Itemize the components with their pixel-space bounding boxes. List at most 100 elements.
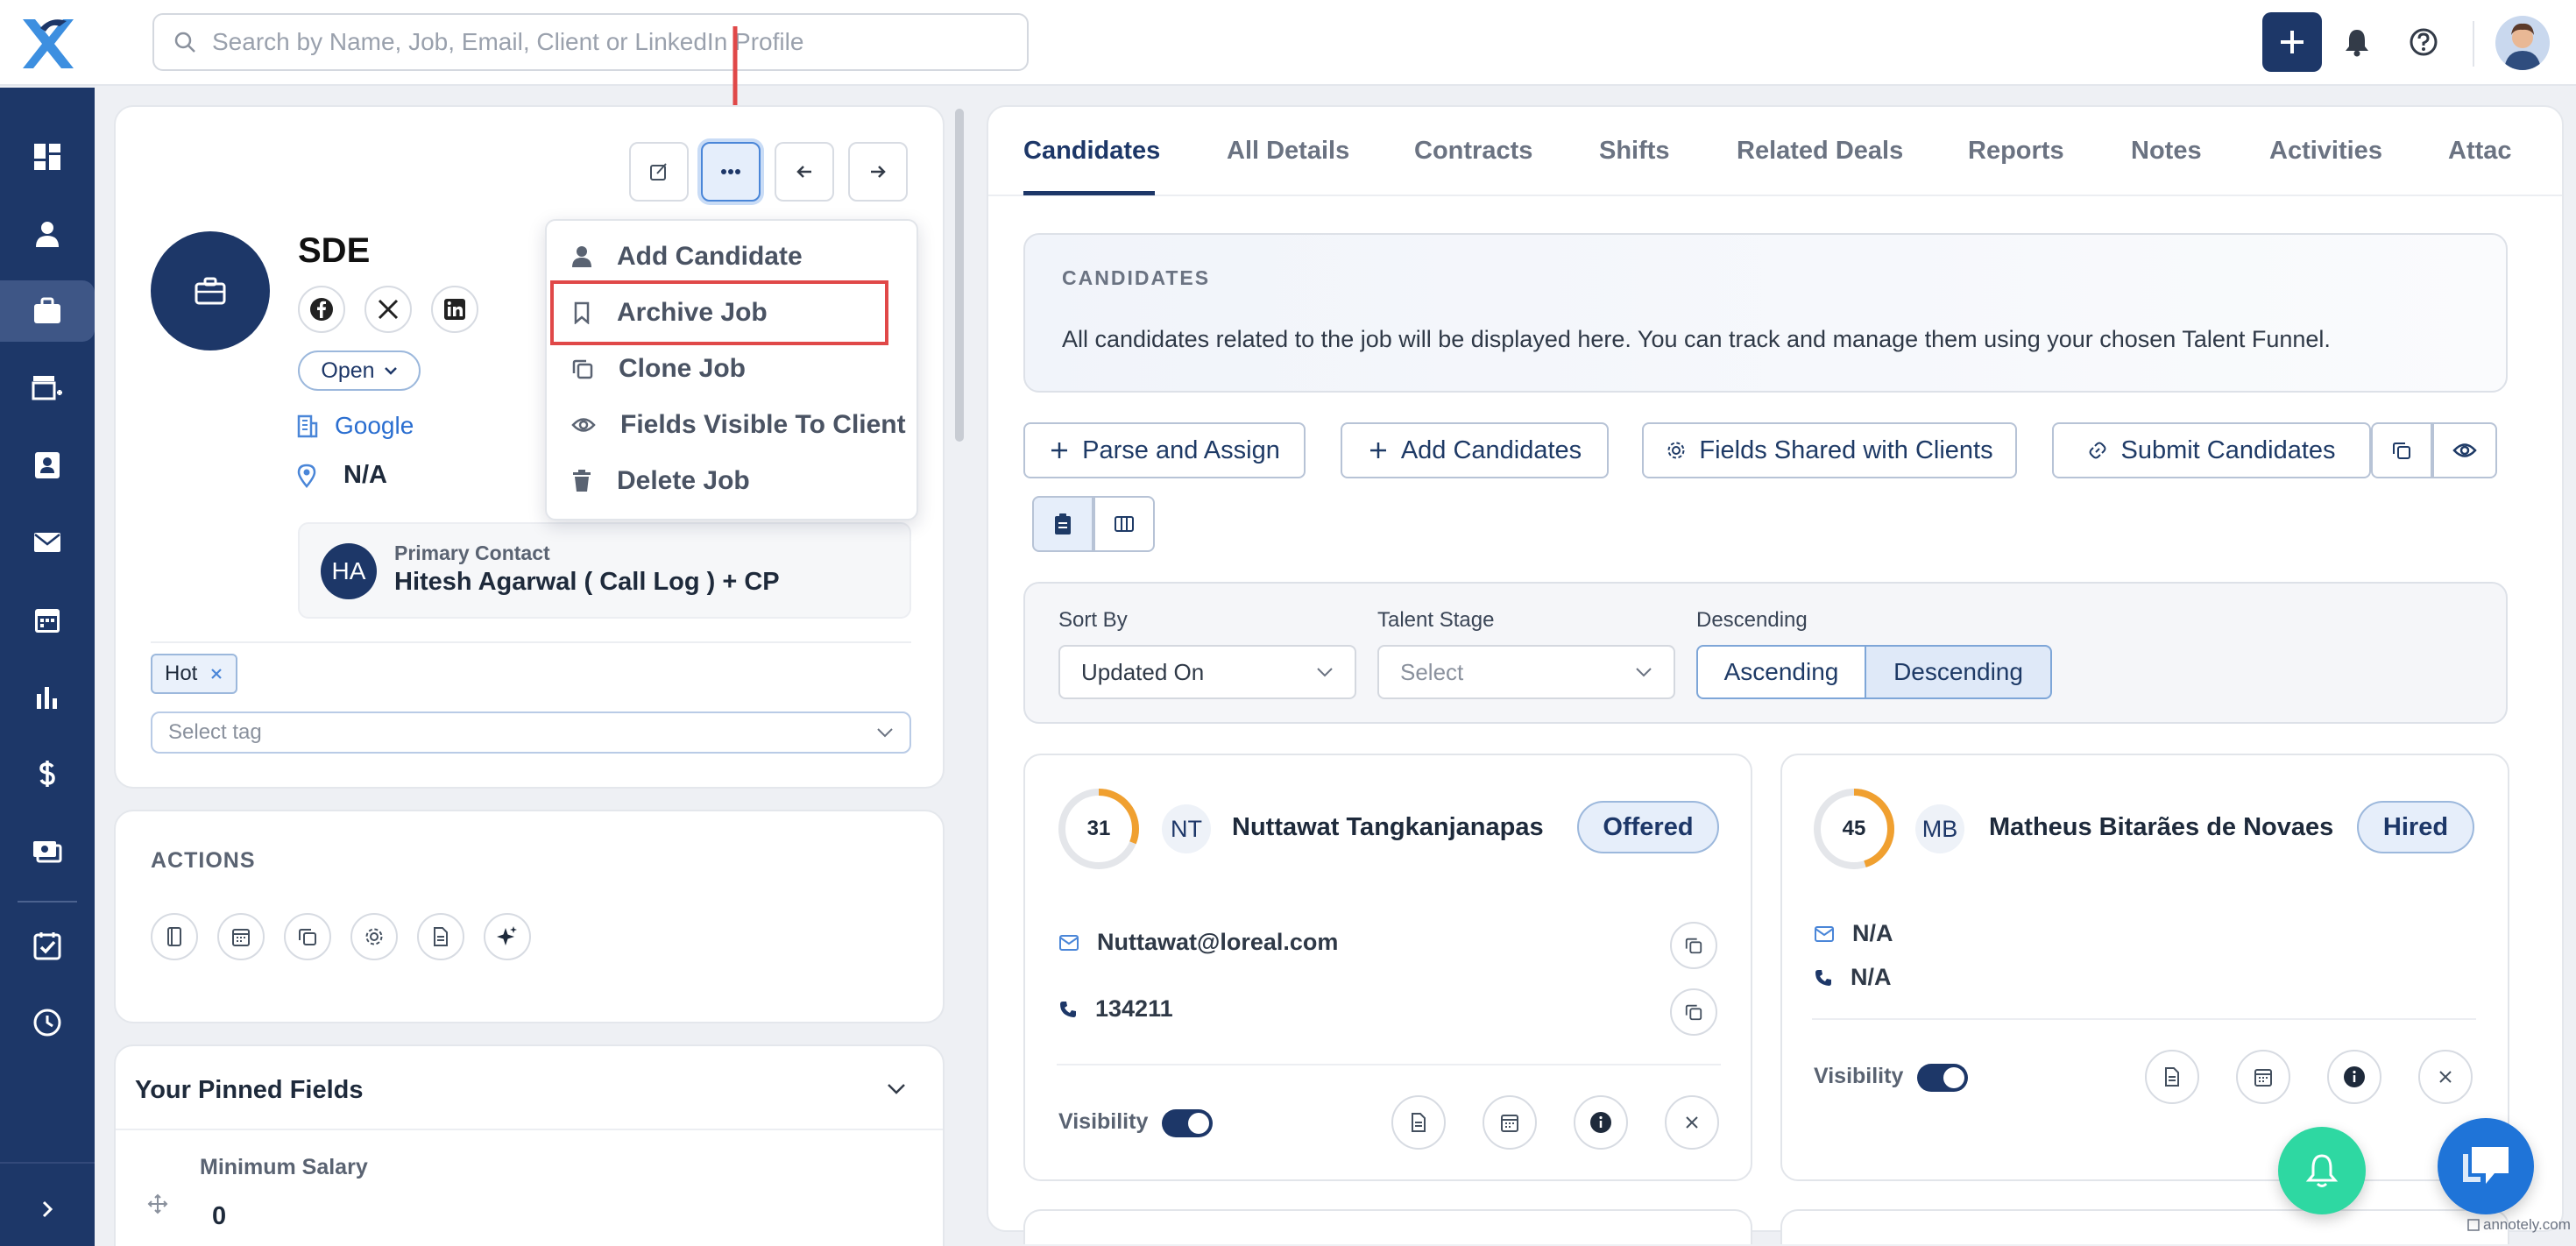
sidebar-expand-button[interactable] (0, 1174, 95, 1244)
action-schedule-button[interactable] (217, 913, 265, 960)
candidate-remove-button[interactable] (2418, 1050, 2473, 1104)
notifications-bell-icon[interactable] (2341, 26, 2373, 58)
chevron-down-icon[interactable] (887, 1083, 906, 1095)
action-notes-button[interactable] (151, 913, 198, 960)
talent-stage-select[interactable]: Select (1377, 645, 1675, 699)
sidebar-item-dashboard[interactable] (0, 126, 95, 188)
plus-icon (2281, 31, 2304, 53)
candidate-phone-row: 134211 (1058, 995, 1173, 1023)
tab-candidates[interactable]: Candidates (1023, 137, 1160, 166)
sidebar-item-reports[interactable] (0, 666, 95, 727)
action-document-button[interactable] (417, 913, 464, 960)
copy-email-button[interactable] (1670, 922, 1717, 969)
primary-contact-box[interactable]: HA Primary Contact Hitesh Agarwal ( Call… (298, 522, 911, 619)
tag-select[interactable]: Select tag (151, 711, 911, 754)
sort-by-label: Sort By (1058, 608, 1128, 632)
candidate-remove-button[interactable] (1665, 1095, 1719, 1150)
copy-icon (572, 359, 593, 379)
action-ai-button[interactable] (484, 913, 531, 960)
tab-shifts[interactable]: Shifts (1599, 137, 1670, 166)
kanban-view-button[interactable] (1093, 496, 1155, 552)
menu-item-add-candidate[interactable]: Add Candidate (571, 242, 803, 272)
action-copy-button[interactable] (284, 913, 331, 960)
candidate-document-button[interactable] (2145, 1050, 2199, 1104)
sidebar-item-payments[interactable] (0, 820, 95, 881)
payments-icon (33, 841, 62, 863)
menu-item-clone-job[interactable]: Clone Job (571, 354, 746, 384)
help-icon[interactable] (2408, 26, 2439, 58)
candidate-card[interactable]: 45 MB Matheus Bitarães de Novaes Hired N… (1780, 754, 2509, 1181)
mail-icon (34, 533, 60, 552)
sidebar-item-contacts[interactable] (0, 435, 95, 496)
notification-fab[interactable] (2278, 1127, 2366, 1214)
divider (116, 1129, 943, 1130)
drag-handle-icon[interactable] (147, 1193, 168, 1214)
menu-item-delete-job[interactable]: Delete Job (571, 466, 750, 496)
tab-related-deals[interactable]: Related Deals (1737, 137, 1903, 166)
app-logo[interactable] (16, 12, 81, 74)
linkedin-link[interactable] (431, 286, 478, 333)
tab-notes[interactable]: Notes (2131, 137, 2202, 166)
candidate-email-row: Nuttawat@loreal.com (1058, 929, 1338, 956)
arrow-left-icon (796, 166, 811, 178)
tab-activities[interactable]: Activities (2269, 137, 2382, 166)
fields-shared-button[interactable]: Fields Shared with Clients (1642, 422, 2017, 478)
user-avatar[interactable] (2495, 16, 2550, 70)
copy-link-button[interactable] (2371, 422, 2432, 478)
candidate-schedule-button[interactable] (2236, 1050, 2290, 1104)
sidebar-item-billing[interactable] (0, 743, 95, 804)
global-search-input[interactable]: Search by Name, Job, Email, Client or Li… (152, 13, 1029, 71)
tab-contracts[interactable]: Contracts (1414, 137, 1532, 166)
sidebar-item-clients[interactable] (0, 358, 95, 419)
tag-chip[interactable]: Hot (151, 654, 238, 694)
x-twitter-link[interactable] (364, 286, 412, 333)
calendar-icon (2254, 1069, 2272, 1087)
sidebar-item-jobs[interactable] (0, 280, 95, 342)
descending-toggle[interactable]: Descending (1865, 645, 2052, 699)
document-icon (1412, 1113, 1426, 1132)
quick-add-button[interactable] (2262, 12, 2322, 72)
sidebar-item-tasks[interactable] (0, 915, 95, 976)
list-view-button[interactable] (1032, 496, 1093, 552)
visibility-toggle[interactable] (1917, 1064, 1968, 1092)
ascending-toggle[interactable]: Ascending (1696, 645, 1866, 699)
building-icon (297, 414, 318, 438)
submit-candidates-button[interactable]: Submit Candidates (2052, 422, 2371, 478)
candidate-info-button[interactable] (1574, 1095, 1628, 1150)
previous-job-button[interactable] (775, 142, 834, 202)
chat-fab[interactable] (2438, 1118, 2534, 1214)
candidate-info-button[interactable] (2327, 1050, 2381, 1104)
candidate-card[interactable]: 31 NT Nuttawat Tangkanjanapas Offered Nu… (1023, 754, 1752, 1181)
candidate-schedule-button[interactable] (1483, 1095, 1537, 1150)
sidebar-item-history[interactable] (0, 992, 95, 1053)
store-add-icon (32, 376, 62, 400)
calendar-icon (35, 609, 60, 633)
tab-reports[interactable]: Reports (1968, 137, 2064, 166)
tab-all-details[interactable]: All Details (1227, 137, 1349, 166)
status-badge[interactable]: Offered (1577, 801, 1719, 853)
edit-job-button[interactable] (629, 142, 689, 202)
sort-by-select[interactable]: Updated On (1058, 645, 1356, 699)
left-panel-scrollbar[interactable] (955, 109, 964, 442)
candidate-document-button[interactable] (1391, 1095, 1446, 1150)
close-icon[interactable] (209, 667, 223, 681)
menu-item-archive-job[interactable]: Archive Job (571, 298, 768, 328)
parse-assign-button[interactable]: Parse and Assign (1023, 422, 1306, 478)
sidebar-item-calendar[interactable] (0, 589, 95, 650)
add-candidates-button[interactable]: Add Candidates (1341, 422, 1609, 478)
client-row[interactable]: Google (296, 412, 414, 440)
visibility-toggle[interactable] (1162, 1109, 1213, 1137)
more-options-button[interactable] (701, 142, 761, 202)
preview-button[interactable] (2432, 422, 2497, 478)
job-status-dropdown[interactable]: Open (298, 350, 421, 391)
sidebar-item-candidates[interactable] (0, 203, 95, 265)
menu-item-fields-visible[interactable]: Fields Visible To Client (571, 410, 906, 440)
sidebar-item-email[interactable] (0, 512, 95, 573)
facebook-link[interactable] (298, 286, 345, 333)
status-badge[interactable]: Hired (2357, 801, 2474, 853)
next-job-button[interactable] (848, 142, 908, 202)
person-icon (572, 246, 591, 267)
tab-attachments[interactable]: Attac (2448, 137, 2513, 166)
action-settings-button[interactable] (350, 913, 398, 960)
copy-phone-button[interactable] (1670, 988, 1717, 1036)
